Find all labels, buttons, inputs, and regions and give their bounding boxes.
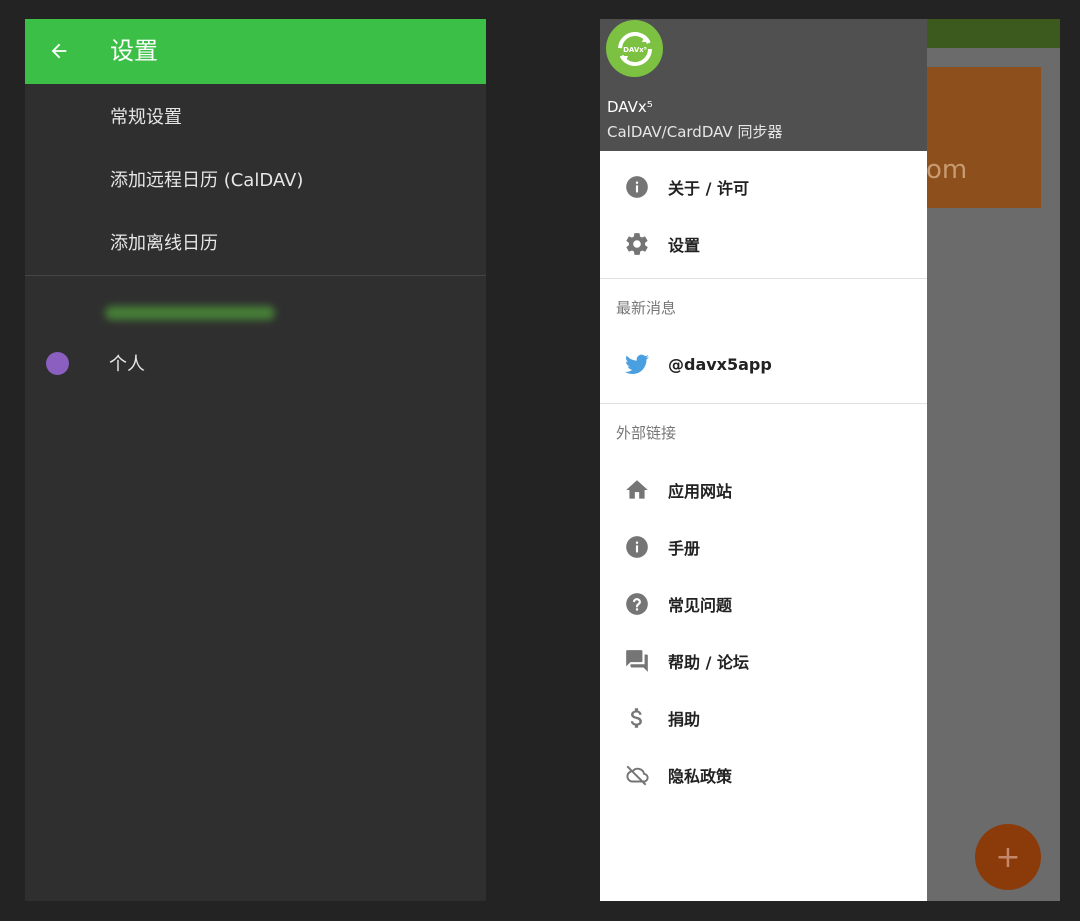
drawer-item-label: 捐助	[668, 709, 701, 729]
menu-item-add-remote-calendar[interactable]: 添加远程日历 (CalDAV)	[25, 147, 486, 210]
forum-icon	[624, 648, 650, 674]
arrow-back-icon	[51, 43, 67, 59]
app-subtitle: CalDAV/CardDAV 同步器	[607, 123, 783, 141]
drawer-item-website[interactable]: 应用网站	[600, 461, 927, 518]
davx5-logo-icon: DAVx⁵	[606, 20, 663, 77]
drawer-item-label: 隐私政策	[668, 766, 733, 786]
section-title-news: 最新消息	[616, 299, 677, 317]
logo-text: DAVx⁵	[623, 46, 647, 54]
drawer-item-settings[interactable]: 设置	[600, 215, 927, 272]
divider	[25, 275, 486, 276]
drawer-item-donate[interactable]: 捐助	[600, 689, 927, 746]
drawer-item-label: 帮助 / 论坛	[668, 652, 749, 672]
drawer-item-faq[interactable]: 常见问题	[600, 575, 927, 632]
calendar-item-personal[interactable]: 个人	[25, 332, 486, 394]
info-icon	[624, 174, 650, 200]
drawer-item-label: 手册	[668, 538, 701, 558]
calendar-color-dot	[46, 351, 69, 375]
page-title: 设置	[110, 37, 158, 65]
drawer-item-label: 应用网站	[668, 481, 733, 501]
menu-item-label: 添加远程日历 (CalDAV)	[110, 169, 304, 191]
dollar-icon	[624, 705, 650, 731]
menu-item-label: 常规设置	[110, 106, 182, 128]
drawer-item-label: 常见问题	[668, 595, 733, 615]
section-title-external-links: 外部链接	[616, 424, 677, 442]
background-toolbar	[926, 19, 1060, 48]
drawer-item-twitter[interactable]: @davx5app	[600, 336, 927, 393]
cloud-off-icon	[624, 762, 650, 788]
drawer-item-label: 设置	[668, 235, 701, 255]
drawer-item-label: 关于 / 许可	[668, 178, 749, 198]
blurred-account-name	[105, 306, 275, 320]
navigation-drawer: DAVx⁵ DAVx⁵ CalDAV/CardDAV 同步器 关于 / 许可 设…	[600, 19, 927, 901]
add-fab-button[interactable]: +	[975, 824, 1041, 890]
app-toolbar: 设置	[25, 19, 486, 84]
left-screen: 设置 常规设置 添加远程日历 (CalDAV) 添加离线日历 个人	[25, 19, 486, 901]
drawer-header: DAVx⁵ DAVx⁵ CalDAV/CardDAV 同步器	[600, 19, 927, 151]
drawer-item-label: @davx5app	[668, 355, 772, 374]
gear-icon	[624, 231, 650, 257]
right-screen: om + DAVx⁵ DAVx⁵ CalDAV/CardDAV 同步器 关于 /…	[600, 19, 1060, 901]
home-icon	[624, 477, 650, 503]
background-card	[926, 67, 1041, 208]
app-name: DAVx⁵	[607, 98, 653, 116]
plus-icon: +	[995, 839, 1021, 875]
drawer-item-privacy[interactable]: 隐私政策	[600, 746, 927, 803]
calendar-label: 个人	[109, 354, 145, 375]
background-card-text: om	[926, 155, 968, 185]
drawer-item-about[interactable]: 关于 / 许可	[600, 158, 927, 215]
help-icon	[624, 591, 650, 617]
twitter-icon	[624, 352, 650, 378]
back-button[interactable]	[43, 35, 75, 67]
menu-item-general-settings[interactable]: 常规设置	[25, 84, 486, 147]
menu-item-label: 添加离线日历	[110, 232, 218, 254]
drawer-item-forum[interactable]: 帮助 / 论坛	[600, 632, 927, 689]
info-icon	[624, 534, 650, 560]
menu-item-add-offline-calendar[interactable]: 添加离线日历	[25, 210, 486, 273]
drawer-item-manual[interactable]: 手册	[600, 518, 927, 575]
